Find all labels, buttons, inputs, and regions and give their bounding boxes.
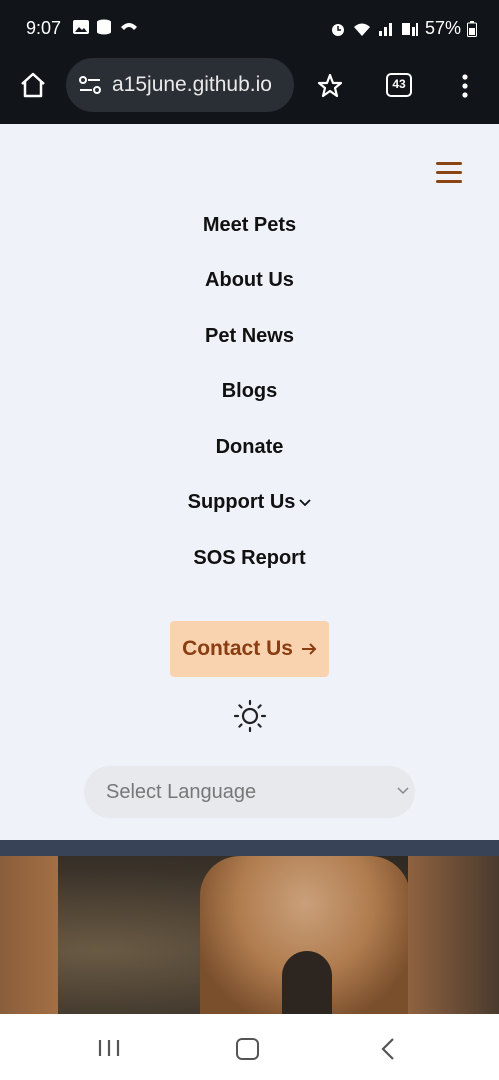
bookmark-star-icon[interactable]: [316, 72, 344, 100]
status-time: 9:07: [26, 18, 62, 38]
arrow-right-icon: [301, 643, 317, 655]
image-icon: [73, 20, 89, 34]
language-select-label: Select Language: [106, 781, 257, 803]
nav-item-donate[interactable]: Donate: [0, 436, 499, 459]
nav-item-blogs[interactable]: Blogs: [0, 380, 499, 403]
browser-toolbar: a15june.github.io 43: [0, 56, 499, 124]
system-navigation-bar: [0, 1014, 499, 1080]
nav-item-sos-report[interactable]: SOS Report: [0, 547, 499, 570]
tab-count-button[interactable]: 43: [386, 73, 412, 97]
hero-dog-image: [0, 856, 499, 1014]
nav-item-pet-news[interactable]: Pet News: [0, 325, 499, 348]
site-settings-icon[interactable]: [78, 74, 102, 96]
status-right: 57%: [329, 18, 477, 39]
recent-apps-icon[interactable]: [97, 1038, 121, 1058]
nav-item-support-us[interactable]: Support Us: [0, 491, 499, 514]
status-left-icons: [72, 19, 138, 35]
language-select[interactable]: Select Language: [84, 766, 415, 818]
more-options-icon[interactable]: [456, 72, 474, 100]
call-icon: [121, 23, 137, 30]
chevron-down-icon: [397, 787, 409, 795]
address-bar[interactable]: a15june.github.io: [66, 58, 294, 112]
nav-item-about-us[interactable]: About Us: [0, 269, 499, 292]
battery-icon: [467, 20, 477, 37]
site-page: Meet Pets About Us Pet News Blogs Donate…: [0, 124, 499, 840]
database-icon: [97, 19, 111, 35]
url-text[interactable]: a15june.github.io: [112, 73, 272, 97]
contact-us-label: Contact Us: [182, 637, 293, 660]
nav-item-meet-pets[interactable]: Meet Pets: [0, 214, 499, 237]
nav-item-support-us-label: Support Us: [187, 491, 296, 513]
battery-percent: 57%: [424, 18, 461, 38]
contact-us-button[interactable]: Contact Us: [170, 621, 329, 677]
alarm-icon: [331, 23, 344, 36]
volte-icon: [401, 22, 418, 36]
sun-icon[interactable]: [233, 699, 267, 733]
signal-icon: [378, 22, 392, 36]
home-icon[interactable]: [18, 70, 48, 100]
chevron-down-icon: [299, 499, 312, 506]
home-nav-icon[interactable]: [236, 1038, 259, 1060]
hamburger-menu-icon[interactable]: [436, 162, 462, 184]
back-icon[interactable]: [380, 1037, 396, 1061]
status-bar: 9:07 57%: [0, 0, 499, 56]
hero-top-strip: [0, 840, 499, 856]
wifi-icon: [353, 23, 370, 36]
